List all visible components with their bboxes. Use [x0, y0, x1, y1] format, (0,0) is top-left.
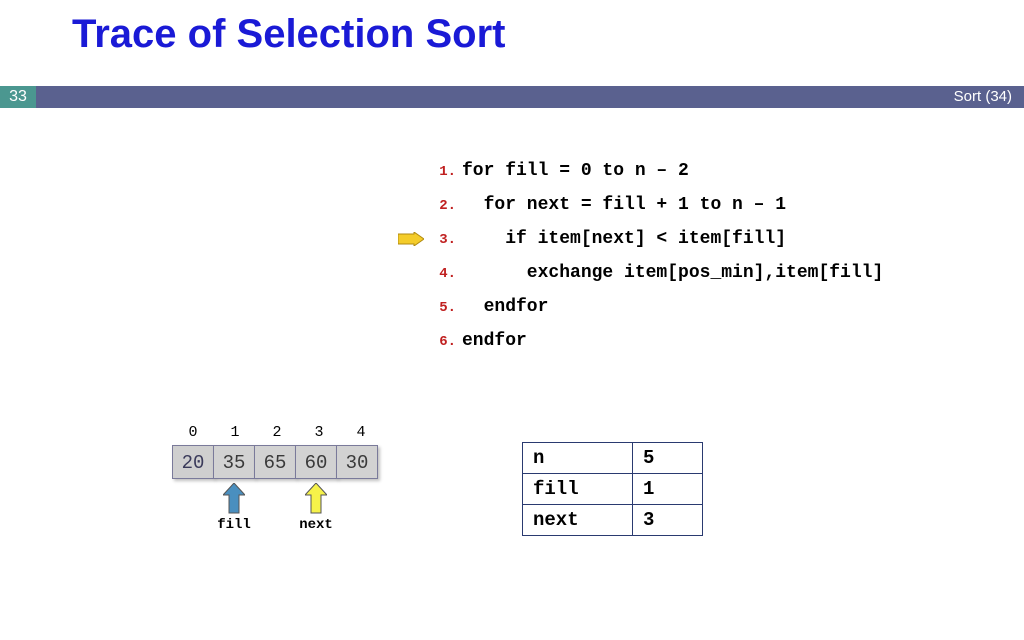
var-name: fill: [523, 474, 633, 505]
array-index-label: 1: [214, 424, 256, 441]
fill-pointer: fill: [213, 483, 255, 533]
array-visual: 01234 2035656030 fill next: [172, 424, 382, 539]
table-row: next3: [523, 505, 703, 536]
table-row: n5: [523, 443, 703, 474]
array-index-label: 2: [256, 424, 298, 441]
code-line: 3. if item[next] < item[fill]: [428, 222, 883, 256]
slide-title: Trace of Selection Sort: [72, 12, 505, 57]
up-arrow-icon: [223, 483, 245, 515]
code-line-number: 6.: [428, 325, 456, 359]
array-index-label: 0: [172, 424, 214, 441]
code-line-number: 2.: [428, 189, 456, 223]
code-line-number: 1.: [428, 155, 456, 189]
array-index-label: 4: [340, 424, 382, 441]
array-cell: 20: [172, 445, 214, 479]
pointer-label: next: [295, 517, 337, 533]
code-line: 6. endfor: [428, 324, 883, 358]
pseudocode-block: 1. for fill = 0 to n – 2 2. for next = fil…: [428, 154, 883, 358]
up-arrow-icon: [305, 483, 327, 515]
var-name: n: [523, 443, 633, 474]
var-value: 3: [633, 505, 703, 536]
var-value: 5: [633, 443, 703, 474]
code-line-text: for next = fill + 1 to n – 1: [462, 195, 786, 215]
code-line-number: 4.: [428, 257, 456, 291]
code-line-text: endfor: [462, 297, 548, 317]
array-index-label: 3: [298, 424, 340, 441]
header-bar: 33 Sort (34): [0, 86, 1024, 108]
section-label: Sort (34): [954, 86, 1012, 108]
code-line: 2. for next = fill + 1 to n – 1: [428, 188, 883, 222]
code-line-number: 3.: [428, 223, 456, 257]
code-line-text: exchange item[pos_min],item[fill]: [462, 263, 883, 283]
code-line: 1. for fill = 0 to n – 2: [428, 154, 883, 188]
pointer-label: fill: [213, 517, 255, 533]
code-line: 5. endfor: [428, 290, 883, 324]
slide-number-badge: 33: [0, 86, 36, 108]
code-line-number: 5.: [428, 291, 456, 325]
code-line-text: for fill = 0 to n – 2: [462, 161, 689, 181]
code-line-text: if item[next] < item[fill]: [462, 229, 786, 249]
array-cell: 60: [295, 445, 337, 479]
array-cell: 35: [213, 445, 255, 479]
next-pointer: next: [295, 483, 337, 533]
array-cell: 30: [336, 445, 378, 479]
var-value: 1: [633, 474, 703, 505]
array-cell: 65: [254, 445, 296, 479]
code-line-text: endfor: [462, 331, 527, 351]
variables-table: n5fill1next3: [522, 442, 703, 536]
var-name: next: [523, 505, 633, 536]
code-line: 4. exchange item[pos_min],item[fill]: [428, 256, 883, 290]
table-row: fill1: [523, 474, 703, 505]
